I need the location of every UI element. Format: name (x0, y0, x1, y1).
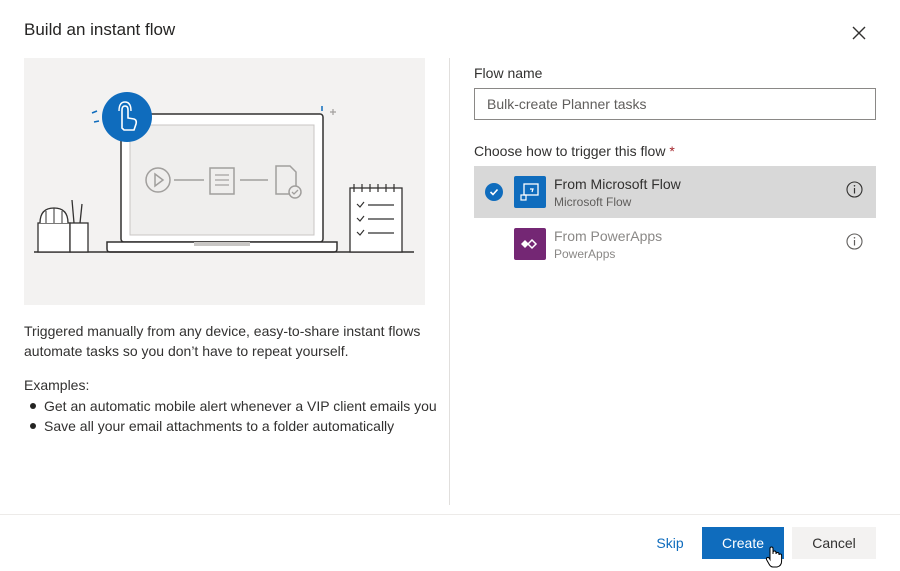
close-icon (852, 26, 866, 40)
info-icon[interactable] (846, 181, 863, 198)
trigger-option-title: From PowerApps (554, 228, 663, 244)
examples-label: Examples: (24, 377, 90, 393)
flow-name-label: Flow name (474, 65, 543, 81)
list-item: Get an automatic mobile alert whenever a… (30, 396, 437, 416)
flow-description: Triggered manually from any device, easy… (24, 323, 421, 359)
examples-list: Get an automatic mobile alert whenever a… (30, 396, 437, 436)
footer-divider (0, 514, 900, 515)
trigger-label: Choose how to trigger this flow * (474, 143, 675, 159)
microsoft-flow-icon (514, 176, 546, 208)
trigger-option-microsoft-flow[interactable]: From Microsoft Flow Microsoft Flow (474, 166, 876, 218)
create-button[interactable]: Create (702, 527, 784, 559)
powerapps-icon (514, 228, 546, 260)
plant-illustration (37, 199, 89, 253)
column-divider (449, 58, 450, 505)
dialog-title: Build an instant flow (24, 20, 176, 39)
trigger-option-subtitle: Microsoft Flow (554, 195, 632, 209)
instant-flow-illustration (24, 58, 425, 305)
list-item: Save all your email attachments to a fol… (30, 416, 437, 436)
flow-name-input[interactable] (474, 88, 876, 120)
close-button[interactable] (846, 20, 872, 46)
checklist-illustration (349, 184, 403, 253)
required-mark: * (669, 143, 675, 159)
trigger-option-subtitle: PowerApps (554, 247, 616, 261)
trigger-option-powerapps[interactable]: From PowerApps PowerApps (474, 218, 876, 270)
info-icon[interactable] (846, 233, 863, 250)
cancel-button[interactable]: Cancel (792, 527, 876, 559)
selected-check-icon (485, 183, 503, 201)
trigger-option-title: From Microsoft Flow (554, 176, 681, 192)
skip-button[interactable]: Skip (646, 527, 694, 559)
trigger-label-text: Choose how to trigger this flow (474, 143, 666, 159)
